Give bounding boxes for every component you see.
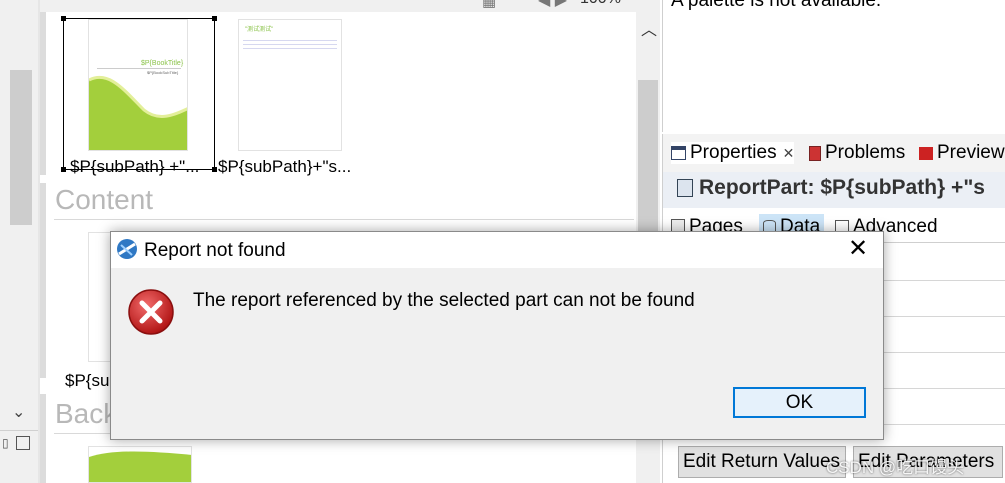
selection-handle[interactable] (212, 167, 217, 172)
close-icon[interactable]: ✕ (783, 145, 795, 162)
grid-icon[interactable]: ▦ (482, 0, 496, 10)
dialog-titlebar[interactable]: Report not found ✕ (111, 232, 883, 268)
toc-page-thumbnail[interactable]: "测试测试" (238, 19, 342, 151)
views-tabbar: Properties ✕ Problems Preview (663, 134, 1005, 173)
section-divider (54, 219, 634, 220)
section-rule-content (40, 183, 46, 378)
properties-header: ReportPart: $P{subPath} +"s (663, 172, 1005, 208)
restore-icon[interactable]: ▯ (2, 436, 12, 450)
thumb2-line (243, 40, 337, 41)
tab-properties[interactable]: Properties ✕ (671, 142, 795, 164)
chevron-down-icon[interactable]: ⌄ (12, 402, 25, 422)
properties-icon (671, 146, 686, 160)
chevron-up-icon[interactable]: ︿ (641, 16, 657, 40)
left-scroll-thumb[interactable] (10, 70, 32, 225)
report-part-icon (677, 179, 693, 197)
maximize-icon[interactable] (16, 436, 30, 450)
watermark-text: CSDN @吃口馒头 (826, 458, 965, 477)
section-rule-back (40, 394, 46, 483)
left-scroll-strip: ⌄ (0, 0, 38, 483)
thumb2-header-text: "测试测试" (245, 27, 274, 33)
palette-panel: A palette is not available. (662, 0, 1005, 132)
zoom-arrows-icon[interactable]: ◀ ▶ (538, 0, 567, 10)
selection-handle[interactable] (212, 16, 217, 21)
tab-problems[interactable]: Problems (809, 142, 905, 164)
thumb2-line (243, 44, 337, 45)
properties-header-title: ReportPart: $P{subPath} +"s (699, 176, 985, 199)
zoom-level[interactable]: 100% (580, 0, 621, 8)
error-icon (128, 289, 174, 335)
palette-message: A palette is not available. (671, 0, 882, 11)
section-rule-cover (40, 12, 46, 175)
back-page-thumbnail[interactable] (88, 446, 192, 483)
section-title-back: Back (55, 398, 118, 429)
thumb2-line (243, 48, 337, 49)
ok-button[interactable]: OK (733, 387, 866, 418)
dialog-close-button[interactable]: ✕ (847, 237, 869, 261)
selection-outline (63, 18, 215, 170)
preview-icon (919, 146, 933, 160)
cover-thumb-caption: $P{subPath} +"... (70, 157, 200, 176)
green-wave-graphic (89, 451, 191, 482)
scroll-up-area[interactable] (10, 0, 32, 16)
toc-thumb-caption: $P{subPath}+"s... (218, 157, 352, 176)
edit-return-values-button[interactable]: Edit Return Values (678, 446, 846, 478)
selection-handle[interactable] (61, 16, 66, 21)
dialog-title: Report not found (144, 240, 286, 261)
dialog-message: The report referenced by the selected pa… (193, 290, 695, 311)
app-logo-icon (117, 239, 137, 259)
section-title-content: Content (55, 184, 154, 215)
problems-icon (809, 145, 821, 161)
report-not-found-dialog: Report not found ✕ The report referenced… (110, 231, 884, 440)
content-thumb-caption: $P{su (65, 371, 110, 390)
tab-preview[interactable]: Preview (919, 142, 1005, 164)
left-bottom-toolbar: ▯ (0, 430, 38, 459)
selection-handle[interactable] (61, 167, 66, 172)
